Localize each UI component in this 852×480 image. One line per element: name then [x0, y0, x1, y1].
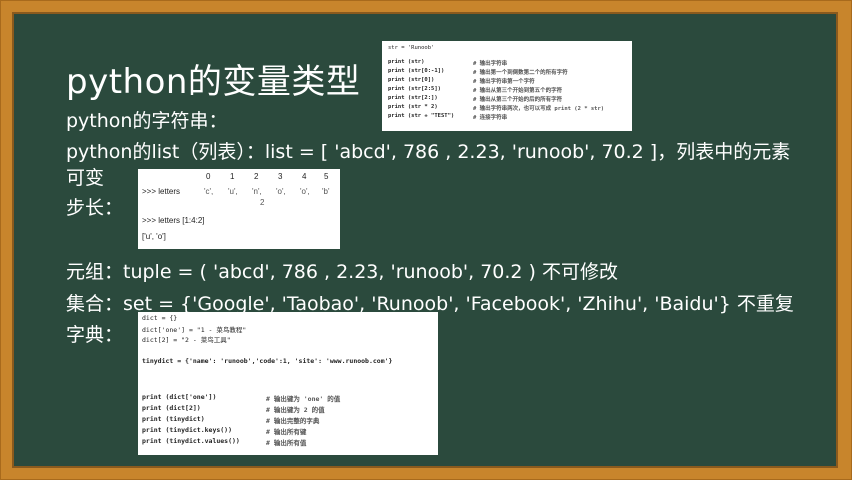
code-line: tinydict = {'name': 'runoob','code':1, '… [142, 357, 393, 365]
code-line: print (str + "TEST") # 连接字符串 [388, 113, 508, 121]
tuple-line: 元组：tuple = ( 'abcd', 786 , 2.23, 'runoob… [66, 261, 619, 283]
code-line: dict[2] = "2 - 菜鸟工具" [142, 336, 231, 344]
code-line: print (tinydict.values()) # 输出所有值 [142, 437, 307, 447]
index-label: 5 [324, 172, 329, 181]
letter-item: 'u', [228, 187, 238, 196]
code-line: dict = {} [142, 314, 178, 322]
code-line: print (tinydict) # 输出完整的字典 [142, 415, 320, 425]
code-line: dict['one'] = "1 - 菜鸟教程" [142, 326, 247, 334]
step-heading: 步长： [66, 197, 124, 219]
list-line: python的list（列表）：list = [ 'abcd', 786 , 2… [66, 141, 791, 163]
step-code-snippet: 0 1 2 3 4 5 >>> letters 'c', 'u', 'n', '… [138, 169, 340, 249]
result-line: ['u', 'o'] [142, 232, 166, 241]
index-label: 0 [206, 172, 211, 181]
code-line: print (str[0]) # 输出字符串第一个字符 [388, 77, 535, 85]
code-line: print (tinydict.keys()) # 输出所有键 [142, 426, 307, 436]
letter-item: 'n', [252, 187, 262, 196]
letter-item: 'c', [204, 187, 214, 196]
string-heading: python的字符串： [66, 110, 228, 132]
dict-code-snippet: dict = {} dict['one'] = "1 - 菜鸟教程" dict[… [138, 312, 438, 455]
code-line: print (str * 2) # 输出字符串两次，也可以写成 print (2 … [388, 104, 605, 112]
dict-heading: 字典： [66, 324, 124, 346]
string-code-snippet: str = 'Runoob' print (str) # 输出字符串 print … [382, 41, 632, 131]
code-line: str = 'Runoob' [388, 45, 435, 51]
code-line: print (dict['one']) # 输出键为 'one' 的值 [142, 393, 341, 403]
index-label: 4 [302, 172, 307, 181]
code-line: print (dict[2]) # 输出键为 2 的值 [142, 404, 325, 414]
slide-title: python的变量类型 [66, 62, 361, 102]
slice-line: >>> letters [1:4:2] [142, 216, 205, 225]
letter-item: 'b' [322, 187, 330, 196]
letter-item: 'o', [300, 187, 310, 196]
code-line: print (str[2:]) # 输出从第三个开始的后的所有字符 [388, 95, 563, 103]
letters-prompt: >>> letters [142, 187, 181, 196]
index-label: 3 [278, 172, 283, 181]
code-line: print (str) # 输出字符串 [388, 59, 508, 67]
index-label: 1 [230, 172, 235, 181]
letter-item: 'o', [276, 187, 286, 196]
step-label: 2 [260, 198, 265, 207]
code-line: print (str[2:5]) # 输出从第三个开始到第五个的字符 [388, 86, 563, 94]
code-line: print (str[0:-1]) # 输出第一个到倒数第二个的所有字符 [388, 68, 568, 76]
list-line-continued: 可变 [66, 167, 105, 189]
slide-frame: python的变量类型 python的字符串： python的list（列表）：… [0, 0, 852, 480]
index-label: 2 [254, 172, 259, 181]
chalkboard: python的变量类型 python的字符串： python的list（列表）：… [12, 12, 838, 468]
